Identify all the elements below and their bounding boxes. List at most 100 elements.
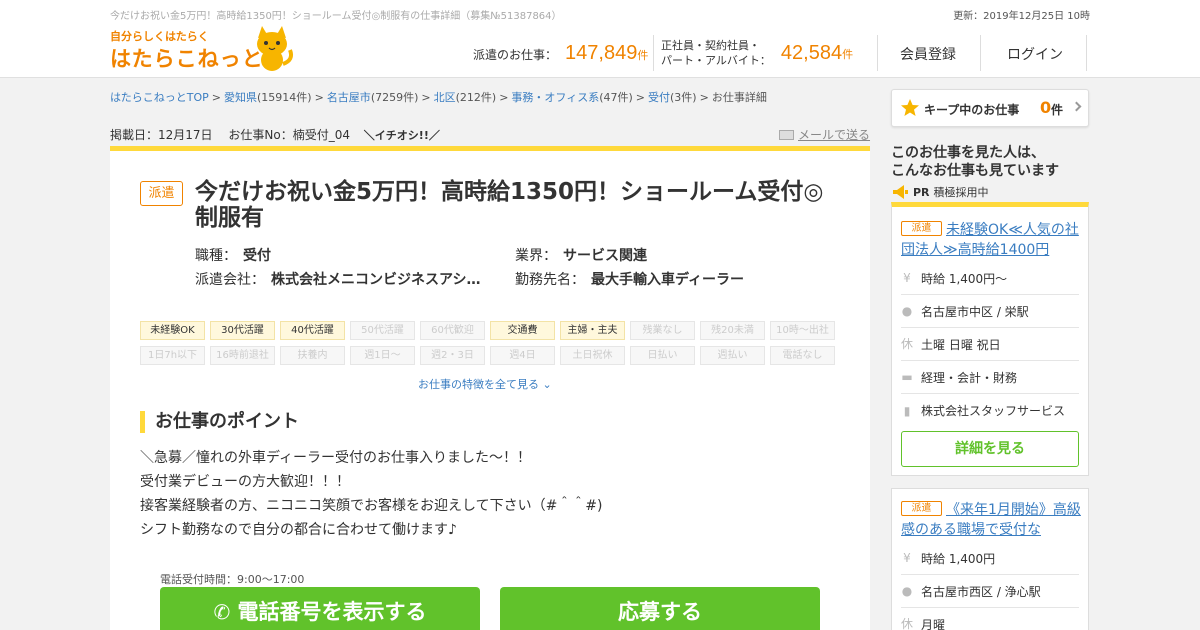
megaphone-icon <box>893 185 908 199</box>
recommend-card: 派遣 未経験OK≪人気の社団法人≫高時給1400円 ¥ 時給 1,400円～ ● 名… <box>891 202 1089 476</box>
card-category: ▬ 経理・会計・財務 <box>901 361 1079 394</box>
breadcrumb-kita[interactable]: 北区 <box>434 91 456 104</box>
tel-hours: 電話受付時間：9:00～17:00 <box>160 573 305 586</box>
point-heading: お仕事のポイント <box>140 411 299 433</box>
send-mail-link[interactable]: メールで送る <box>779 126 870 143</box>
feature-tag: 週4日 <box>490 346 555 365</box>
feature-tag: 16時前退社 <box>210 346 275 365</box>
recommend-card-title[interactable]: 《来年1月開始》高級感のある職場で受付な <box>901 500 1081 540</box>
cat-mascot-icon <box>257 26 294 71</box>
yen-icon: ¥ <box>903 271 911 285</box>
ichioshi-label: ＼イチオシ!!／ <box>363 129 440 142</box>
haken-count-unit: 件 <box>637 49 649 62</box>
feature-tag: 30代活躍 <box>210 321 275 340</box>
job-meta: 掲載日：12月17日 お仕事No：楠受付_04 ＼イチオシ!!／ <box>110 126 440 143</box>
card-wage: ¥ 時給 1,400円～ <box>901 262 1079 295</box>
breadcrumb-top[interactable]: はたらこねっとTOP <box>110 91 209 104</box>
job-title: 今だけお祝い金5万円！高時給1350円！ショールーム受付◎制服有 <box>195 179 824 231</box>
breadcrumb-office[interactable]: 事務・オフィス系 <box>511 91 599 104</box>
location-pin-icon: ● <box>901 584 913 598</box>
updated-time: 更新：2019年12月25日 10時 <box>953 11 1090 22</box>
holiday-icon: 休 <box>901 617 914 630</box>
point-line: 受付業デビューの方大歓迎！！！ <box>140 474 350 490</box>
breadcrumb-uketsuke[interactable]: 受付 <box>648 91 670 104</box>
feature-tag: 電話なし <box>770 346 835 365</box>
feature-tag: 60代歓迎 <box>420 321 485 340</box>
keep-count: 0 <box>1040 98 1052 117</box>
logo-tagline: 自分らしくはたらく <box>110 30 209 43</box>
feature-tag: 10時～出社 <box>770 321 835 340</box>
feature-tag: 主婦・主夫 <box>560 321 625 340</box>
card-holidays: 休月曜 <box>901 608 1079 630</box>
view-details-button[interactable]: 詳細を見る <box>901 431 1079 467</box>
divider <box>653 35 654 71</box>
feature-tag: 土日祝休 <box>560 346 625 365</box>
star-icon <box>901 99 919 116</box>
apply-button[interactable]: 応募する <box>500 587 820 630</box>
haken-job-count: 派遣のお仕事： 147,849 件 <box>473 42 648 65</box>
chevron-right-icon <box>1071 101 1082 112</box>
posted-date: 掲載日：12月17日 <box>110 128 213 142</box>
feature-tag: 交通費 <box>490 321 555 340</box>
location-pin-icon: ● <box>901 304 913 318</box>
keep-list-button[interactable]: キープ中のお仕事 0 件 <box>891 89 1089 127</box>
card-company: ▮ 株式会社スタッフサービス <box>901 394 1079 427</box>
breadcrumb-current: お仕事詳細 <box>711 91 767 104</box>
info-workplace: 勤務先名： 最大手輸入車ディーラー <box>515 272 745 288</box>
seishain-label-2: パート・アルバイト： <box>661 54 771 67</box>
job-number: お仕事No：楠受付_04 <box>228 128 350 142</box>
phone-icon: ✆ <box>213 600 231 624</box>
feature-tag: 週2・3日 <box>420 346 485 365</box>
seishain-count-unit: 件 <box>842 48 854 61</box>
logo-wordmark: はたらこねっと <box>110 47 264 71</box>
envelope-icon <box>779 129 794 140</box>
yen-icon: ¥ <box>903 551 911 565</box>
divider <box>877 35 878 71</box>
seishain-job-count: 正社員・契約社員・ パート・アルバイト： 42,584 件 <box>661 38 853 68</box>
keep-unit: 件 <box>1051 103 1064 117</box>
feature-tag: 残20未満 <box>700 321 765 340</box>
divider <box>980 35 981 71</box>
show-all-features-link[interactable]: お仕事の特徴を全て見る ⌄ <box>418 376 552 392</box>
site-header: 今だけお祝い金5万円！高時給1350円！ショールーム受付◎制服有の仕事詳細（募集… <box>0 0 1200 78</box>
page-caption: 今だけお祝い金5万円！高時給1350円！ショールーム受付◎制服有の仕事詳細（募集… <box>110 11 562 22</box>
divider <box>1086 35 1087 71</box>
job-detail-card: 派遣 今だけお祝い金5万円！高時給1350円！ショールーム受付◎制服有 職種：受… <box>110 146 870 630</box>
haken-count-label: 派遣のお仕事： <box>473 48 558 62</box>
feature-tag: 週1日～ <box>350 346 415 365</box>
breadcrumb-nagoya[interactable]: 名古屋市 <box>327 91 371 104</box>
site-logo[interactable]: 自分らしくはたらく はたらこねっと <box>110 26 300 72</box>
feature-tag: 未経験OK <box>140 321 205 340</box>
recommend-card-title[interactable]: 未経験OK≪人気の社団法人≫高時給1400円 <box>901 220 1081 260</box>
feature-tag: 扶養内 <box>280 346 345 365</box>
point-line: シフト勤務なので自分の都合に合わせて働けます♪ <box>140 522 457 538</box>
feature-tag: 40代活躍 <box>280 321 345 340</box>
card-location: ● 名古屋市中区 / 栄駅 <box>901 295 1079 328</box>
briefcase-icon: ▬ <box>901 370 913 384</box>
point-line: ＼急募／憧れの外車ディーラー受付のお仕事入りました～！！ <box>140 450 532 466</box>
info-agency: 派遣会社： 株式会社メニコンビジネスアシ… <box>195 272 481 288</box>
pr-label: PR 積極採用中 <box>891 183 989 201</box>
feature-tag: 残業なし <box>630 321 695 340</box>
feature-tag: 1日7h以下 <box>140 346 205 365</box>
card-location: ● 名古屋市西区 / 浄心駅 <box>901 575 1079 608</box>
holiday-icon: 休 <box>901 337 914 351</box>
login-link[interactable]: ログイン <box>1007 44 1063 64</box>
breadcrumb-aichi[interactable]: 愛知県 <box>224 91 257 104</box>
seishain-count-value: 42,584 <box>780 41 843 64</box>
breadcrumb: はたらこねっとTOP > 愛知県(15914件) > 名古屋市(7259件) > 北区(21… <box>110 91 767 104</box>
show-phone-button[interactable]: ✆ 電話番号を表示する <box>160 587 480 630</box>
keep-label: キープ中のお仕事 <box>924 103 1020 117</box>
info-industry: 業界： サービス関連 <box>515 248 647 264</box>
recommend-card: 派遣 《来年1月開始》高級感のある職場で受付な ¥ 時給 1,400円 ● 名古屋市… <box>891 488 1089 630</box>
info-job-type: 職種： 受付 <box>195 248 271 264</box>
feature-tag: 週払い <box>700 346 765 365</box>
building-icon: ▮ <box>903 403 911 418</box>
point-body: ＼急募／憧れの外車ディーラー受付のお仕事入りました～！！ 受付業デビューの方大歓… <box>140 446 603 542</box>
register-link[interactable]: 会員登録 <box>900 44 956 64</box>
recommend-heading: このお仕事を見た人は、 こんなお仕事も見ています <box>891 145 1059 179</box>
point-line: 接客業経験者の方、ニコニコ笑顔でお客様をお迎えして下さい（#＾＾#) <box>140 498 603 514</box>
seishain-label-1: 正社員・契約社員・ <box>661 39 760 52</box>
send-mail-label: メールで送る <box>798 128 871 142</box>
card-wage: ¥ 時給 1,400円 <box>901 542 1079 575</box>
